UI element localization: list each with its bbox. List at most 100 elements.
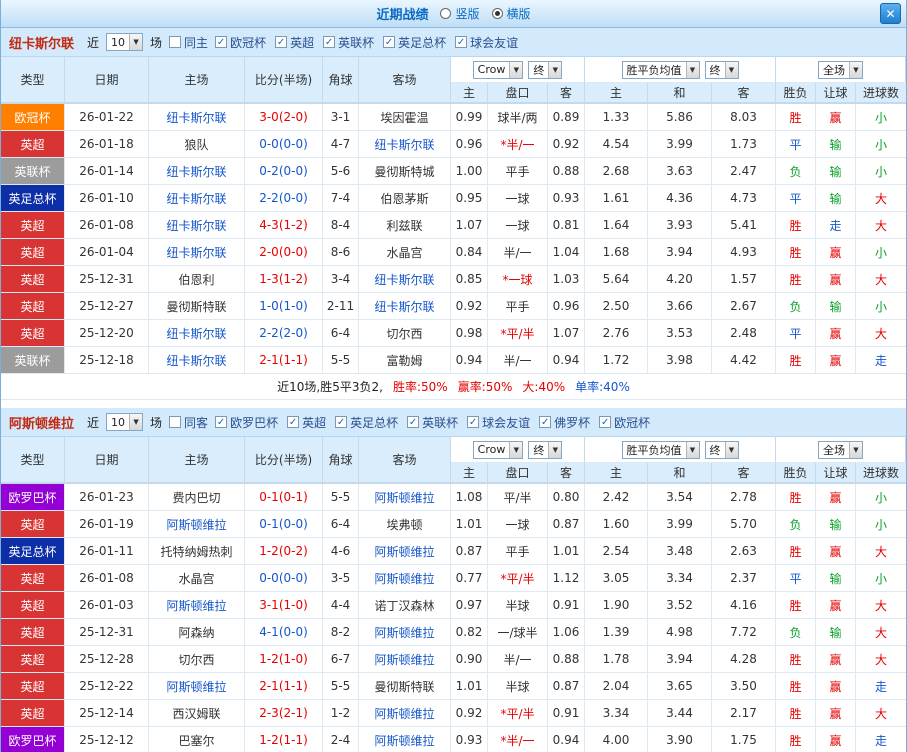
- away-team[interactable]: 利兹联: [359, 212, 451, 239]
- match-count-select[interactable]: 10: [106, 33, 144, 51]
- match-date: 25-12-14: [65, 700, 149, 727]
- scope-controls: 全场: [776, 57, 906, 83]
- cup-checkbox[interactable]: 欧冠杯: [215, 34, 266, 51]
- away-team[interactable]: 曼彻斯特联: [359, 673, 451, 700]
- cup-checkbox[interactable]: 欧冠杯: [599, 414, 650, 431]
- type-badge: 英超: [1, 212, 65, 239]
- home-team[interactable]: 纽卡斯尔联: [149, 212, 245, 239]
- cup-label: 球会友谊: [470, 35, 519, 50]
- handicap-line: *一球: [488, 266, 548, 293]
- away-team[interactable]: 阿斯顿维拉: [359, 700, 451, 727]
- away-team[interactable]: 纽卡斯尔联: [359, 266, 451, 293]
- home-team[interactable]: 费内巴切: [149, 484, 245, 511]
- cup-checkbox[interactable]: 英超: [287, 414, 326, 431]
- home-team[interactable]: 阿斯顿维拉: [149, 592, 245, 619]
- cup-checkbox[interactable]: 佛罗杯: [539, 414, 590, 431]
- away-team[interactable]: 曼彻斯特城: [359, 158, 451, 185]
- cup-checkbox[interactable]: 英足总杯: [383, 34, 446, 51]
- home-team[interactable]: 阿森纳: [149, 619, 245, 646]
- home-team[interactable]: 纽卡斯尔联: [149, 239, 245, 266]
- handicap-line: 平手: [488, 538, 548, 565]
- home-team[interactable]: 曼彻斯特联: [149, 293, 245, 320]
- company-select[interactable]: Crow: [472, 60, 524, 79]
- match-score: 2-1(1-1): [245, 673, 323, 700]
- away-team[interactable]: 纽卡斯尔联: [359, 293, 451, 320]
- goals-result-label: 大: [856, 538, 906, 565]
- final-odds-select-2[interactable]: 终: [704, 60, 739, 79]
- lose-odds: 5.70: [712, 511, 776, 538]
- away-team[interactable]: 伯恩茅斯: [359, 185, 451, 212]
- cup-checkbox[interactable]: 英超: [275, 34, 314, 51]
- col-header-type: 类型: [1, 57, 65, 103]
- away-team[interactable]: 阿斯顿维拉: [359, 727, 451, 752]
- away-team[interactable]: 阿斯顿维拉: [359, 619, 451, 646]
- cup-checkbox[interactable]: 球会友谊: [467, 414, 530, 431]
- away-team[interactable]: 阿斯顿维拉: [359, 538, 451, 565]
- handicap-result-label: 赢: [816, 592, 856, 619]
- checkbox-checked-icon: [383, 36, 396, 48]
- home-team[interactable]: 纽卡斯尔联: [149, 320, 245, 347]
- home-team[interactable]: 阿斯顿维拉: [149, 511, 245, 538]
- home-team[interactable]: 水晶宫: [149, 565, 245, 592]
- home-team[interactable]: 切尔西: [149, 646, 245, 673]
- cup-checkbox[interactable]: 球会友谊: [455, 34, 518, 51]
- final-odds-select[interactable]: 终: [528, 60, 563, 79]
- handicap-away-odds: 1.07: [548, 320, 585, 347]
- away-team[interactable]: 埃因霍温: [359, 104, 451, 131]
- lose-odds: 8.03: [712, 104, 776, 131]
- company-select[interactable]: Crow: [472, 440, 524, 459]
- win-odds: 1.60: [585, 511, 648, 538]
- away-team[interactable]: 水晶宫: [359, 239, 451, 266]
- close-button[interactable]: ✕: [880, 3, 901, 24]
- handicap-result-label: 输: [816, 619, 856, 646]
- home-team[interactable]: 纽卡斯尔联: [149, 185, 245, 212]
- sub-header-goals: 进球数: [856, 83, 906, 103]
- match-count-select[interactable]: 10: [106, 413, 144, 431]
- home-team[interactable]: 西汉姆联: [149, 700, 245, 727]
- win-odds: 1.68: [585, 239, 648, 266]
- away-team[interactable]: 阿斯顿维拉: [359, 565, 451, 592]
- same-venue-checkbox[interactable]: 同主: [169, 34, 208, 51]
- match-date: 26-01-23: [65, 484, 149, 511]
- home-team[interactable]: 纽卡斯尔联: [149, 158, 245, 185]
- table-header: 类型 日期 主场 比分(半场) 角球 客场 Crow 终 胜平负均值 终 全场 …: [1, 437, 906, 484]
- draw-odds: 3.94: [648, 646, 712, 673]
- away-team[interactable]: 切尔西: [359, 320, 451, 347]
- home-team[interactable]: 狼队: [149, 131, 245, 158]
- home-team[interactable]: 纽卡斯尔联: [149, 104, 245, 131]
- home-team[interactable]: 伯恩利: [149, 266, 245, 293]
- avg-select[interactable]: 胜平负均值: [621, 60, 700, 79]
- cup-checkbox[interactable]: 欧罗巴杯: [215, 414, 278, 431]
- layout-radio-horizontal[interactable]: 横版: [491, 5, 531, 22]
- titlebar: 近期战绩 竖版 横版 ✕: [1, 0, 906, 28]
- away-team[interactable]: 诺丁汉森林: [359, 592, 451, 619]
- scope-select[interactable]: 全场: [818, 440, 863, 459]
- summary-record: 近10场,胜5平3负2,: [277, 380, 383, 394]
- draw-odds: 3.63: [648, 158, 712, 185]
- goals-result-label: 小: [856, 511, 906, 538]
- home-team[interactable]: 托特纳姆热刺: [149, 538, 245, 565]
- cup-checkbox[interactable]: 英联杯: [407, 414, 458, 431]
- handicap-away-odds: 0.92: [548, 131, 585, 158]
- away-team[interactable]: 纽卡斯尔联: [359, 131, 451, 158]
- avg-select[interactable]: 胜平负均值: [621, 440, 700, 459]
- match-score: 0-1(0-1): [245, 484, 323, 511]
- home-team[interactable]: 巴塞尔: [149, 727, 245, 752]
- away-team[interactable]: 富勒姆: [359, 347, 451, 374]
- layout-radio-vertical[interactable]: 竖版: [440, 5, 480, 22]
- home-team[interactable]: 纽卡斯尔联: [149, 347, 245, 374]
- away-team[interactable]: 埃弗顿: [359, 511, 451, 538]
- draw-odds: 3.34: [648, 565, 712, 592]
- final-odds-select-2[interactable]: 终: [704, 440, 739, 459]
- cup-label: 英足总杯: [398, 35, 447, 50]
- cup-checkbox[interactable]: 英联杯: [323, 34, 374, 51]
- away-team[interactable]: 阿斯顿维拉: [359, 646, 451, 673]
- away-team[interactable]: 阿斯顿维拉: [359, 484, 451, 511]
- type-badge: 英联杯: [1, 158, 65, 185]
- cup-checkbox[interactable]: 英足总杯: [335, 414, 398, 431]
- home-team[interactable]: 阿斯顿维拉: [149, 673, 245, 700]
- same-venue-checkbox[interactable]: 同客: [169, 414, 208, 431]
- scope-select[interactable]: 全场: [818, 60, 863, 79]
- handicap-result-label: 赢: [816, 700, 856, 727]
- final-odds-select[interactable]: 终: [528, 440, 563, 459]
